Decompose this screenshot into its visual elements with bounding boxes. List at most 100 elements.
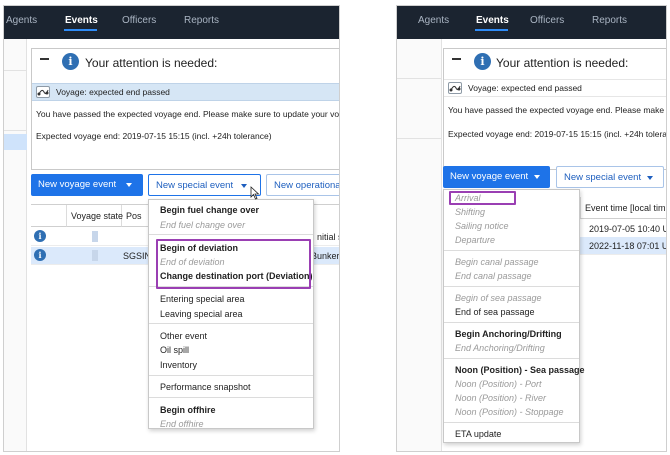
menu-divider [444, 286, 579, 287]
expected-voyage-end: Expected voyage end: 2019-07-15 15:15 (i… [448, 129, 667, 139]
mouse-cursor-icon [250, 186, 260, 202]
voyage-event-dropdown: Arrival Shifting Sailing notice Departur… [443, 189, 585, 443]
status-indicator [92, 250, 98, 261]
attention-panel: i Your attention is needed: Voyage: expe… [31, 48, 340, 170]
menu-item-end-anchoring[interactable]: End Anchoring/Drifting [455, 343, 545, 353]
menu-item-oil-spill[interactable]: Oil spill [160, 345, 189, 355]
menu-item-eta-update[interactable]: ETA update [455, 429, 501, 439]
nav-events[interactable]: Events [476, 15, 509, 26]
sidebar [397, 39, 442, 451]
right-screenshot-panel: Agents Events Officers Reports i Your at… [396, 5, 667, 452]
sidebar-row[interactable] [397, 79, 442, 139]
menu-divider [444, 322, 579, 323]
highlight-box [449, 191, 516, 205]
menu-item-begin-sea-passage[interactable]: Begin of sea passage [455, 293, 542, 303]
collapse-icon[interactable] [452, 58, 461, 60]
status-indicator [92, 231, 98, 242]
events-table: Event time [local tim 2019-07-05 10:40 U… [580, 197, 667, 257]
menu-divider [149, 234, 313, 235]
highlight-box [156, 239, 311, 289]
new-operational-button[interactable]: New operational [266, 174, 340, 196]
chevron-down-icon [241, 184, 247, 188]
sidebar-row-selected[interactable] [4, 134, 27, 150]
left-screenshot-panel: Agents Events Officers Reports i Your at… [3, 5, 340, 452]
nav-active-indicator [475, 29, 508, 31]
info-icon: i [62, 53, 79, 70]
route-icon [448, 82, 462, 94]
sidebar-row[interactable] [4, 53, 27, 71]
menu-item-leaving-special-area[interactable]: Leaving special area [160, 309, 243, 319]
menu-item-noon-river[interactable]: Noon (Position) - River [455, 393, 546, 403]
sidebar-row[interactable] [4, 71, 27, 131]
menu-item-sailing-notice[interactable]: Sailing notice [455, 221, 509, 231]
new-special-event-button[interactable]: New special event [556, 166, 664, 188]
menu-item-begin-anchoring[interactable]: Begin Anchoring/Drifting [455, 329, 562, 339]
new-voyage-event-button[interactable]: New voyage event [443, 166, 550, 188]
table-row[interactable]: 2019-07-05 10:40 U [580, 220, 667, 238]
menu-item-performance-snapshot[interactable]: Performance snapshot [160, 382, 251, 392]
cell-event-time: 2019-07-05 10:40 U [589, 224, 667, 234]
attention-title: Your attention is needed: [85, 56, 218, 70]
route-icon [36, 86, 50, 98]
menu-divider [149, 375, 313, 376]
info-icon: i [34, 230, 46, 242]
nav-officers[interactable]: Officers [530, 15, 564, 26]
nav-agents[interactable]: Agents [418, 15, 449, 26]
alert-message: You have passed the expected voyage end.… [448, 105, 667, 115]
expected-voyage-end: Expected voyage end: 2019-07-15 15:15 (i… [36, 131, 272, 141]
menu-item-other-event[interactable]: Other event [160, 331, 207, 341]
menu-divider [444, 422, 579, 423]
menu-item-begin-offhire[interactable]: Begin offhire [160, 405, 216, 415]
sidebar-row[interactable] [397, 59, 442, 79]
sidebar [4, 39, 27, 451]
table-row-selected[interactable]: 2022-11-18 07:01 U [580, 237, 667, 255]
alert-message: You have passed the expected voyage end.… [36, 109, 340, 119]
table-header-event-time[interactable]: Event time [local tim [580, 197, 666, 219]
menu-item-end-offhire[interactable]: End offhire [160, 419, 204, 429]
menu-item-inventory[interactable]: Inventory [160, 360, 197, 370]
collapse-icon[interactable] [40, 58, 49, 60]
new-special-event-label: New special event [564, 172, 642, 183]
table-header-voyage-state[interactable]: Voyage state [67, 205, 123, 227]
voyage-alert-banner: Voyage: expected end passed [444, 79, 666, 97]
cell-pos: SGSIN [123, 251, 152, 261]
new-operational-label: New operational [274, 180, 340, 191]
menu-divider [444, 250, 579, 251]
voyage-alert-text: Voyage: expected end passed [56, 87, 170, 97]
menu-item-begin-fuel-change-over[interactable]: Begin fuel change over [160, 205, 259, 215]
menu-item-end-canal-passage[interactable]: End canal passage [455, 271, 532, 281]
menu-divider [149, 323, 313, 324]
menu-item-noon-sea-passage[interactable]: Noon (Position) - Sea passage [455, 365, 585, 375]
menu-divider [444, 358, 579, 359]
cell-event-time: 2022-11-18 07:01 U [589, 241, 667, 251]
chevron-down-icon [126, 183, 132, 187]
top-navigation: Agents Events Officers Reports [397, 6, 666, 39]
table-header-select [31, 205, 67, 227]
menu-item-begin-canal-passage[interactable]: Begin canal passage [455, 257, 539, 267]
menu-item-noon-stoppage[interactable]: Noon (Position) - Stoppage [455, 407, 564, 417]
menu-item-end-fuel-change-over[interactable]: End fuel change over [160, 220, 245, 230]
nav-reports[interactable]: Reports [592, 15, 627, 26]
cell-event: Bunkerin [311, 251, 340, 261]
attention-panel: i Your attention is needed: Voyage: expe… [443, 48, 667, 170]
nav-reports[interactable]: Reports [184, 15, 219, 26]
info-icon: i [34, 249, 46, 261]
menu-item-noon-port[interactable]: Noon (Position) - Port [455, 379, 542, 389]
info-icon: i [474, 53, 491, 70]
chevron-down-icon [647, 176, 653, 180]
nav-agents[interactable]: Agents [6, 15, 37, 26]
menu-item-end-sea-passage[interactable]: End of sea passage [455, 307, 535, 317]
new-special-event-button[interactable]: New special event [148, 174, 261, 196]
menu-item-departure[interactable]: Departure [455, 235, 495, 245]
attention-title: Your attention is needed: [496, 56, 629, 70]
top-navigation: Agents Events Officers Reports [4, 6, 339, 39]
chevron-down-icon [534, 175, 540, 179]
new-voyage-event-button[interactable]: New voyage event [31, 174, 143, 196]
new-voyage-event-label: New voyage event [38, 179, 117, 190]
menu-divider [149, 397, 313, 398]
nav-events[interactable]: Events [65, 15, 98, 26]
new-special-event-label: New special event [156, 180, 234, 191]
menu-item-shifting[interactable]: Shifting [455, 207, 485, 217]
menu-item-entering-special-area[interactable]: Entering special area [160, 294, 245, 304]
nav-officers[interactable]: Officers [122, 15, 156, 26]
